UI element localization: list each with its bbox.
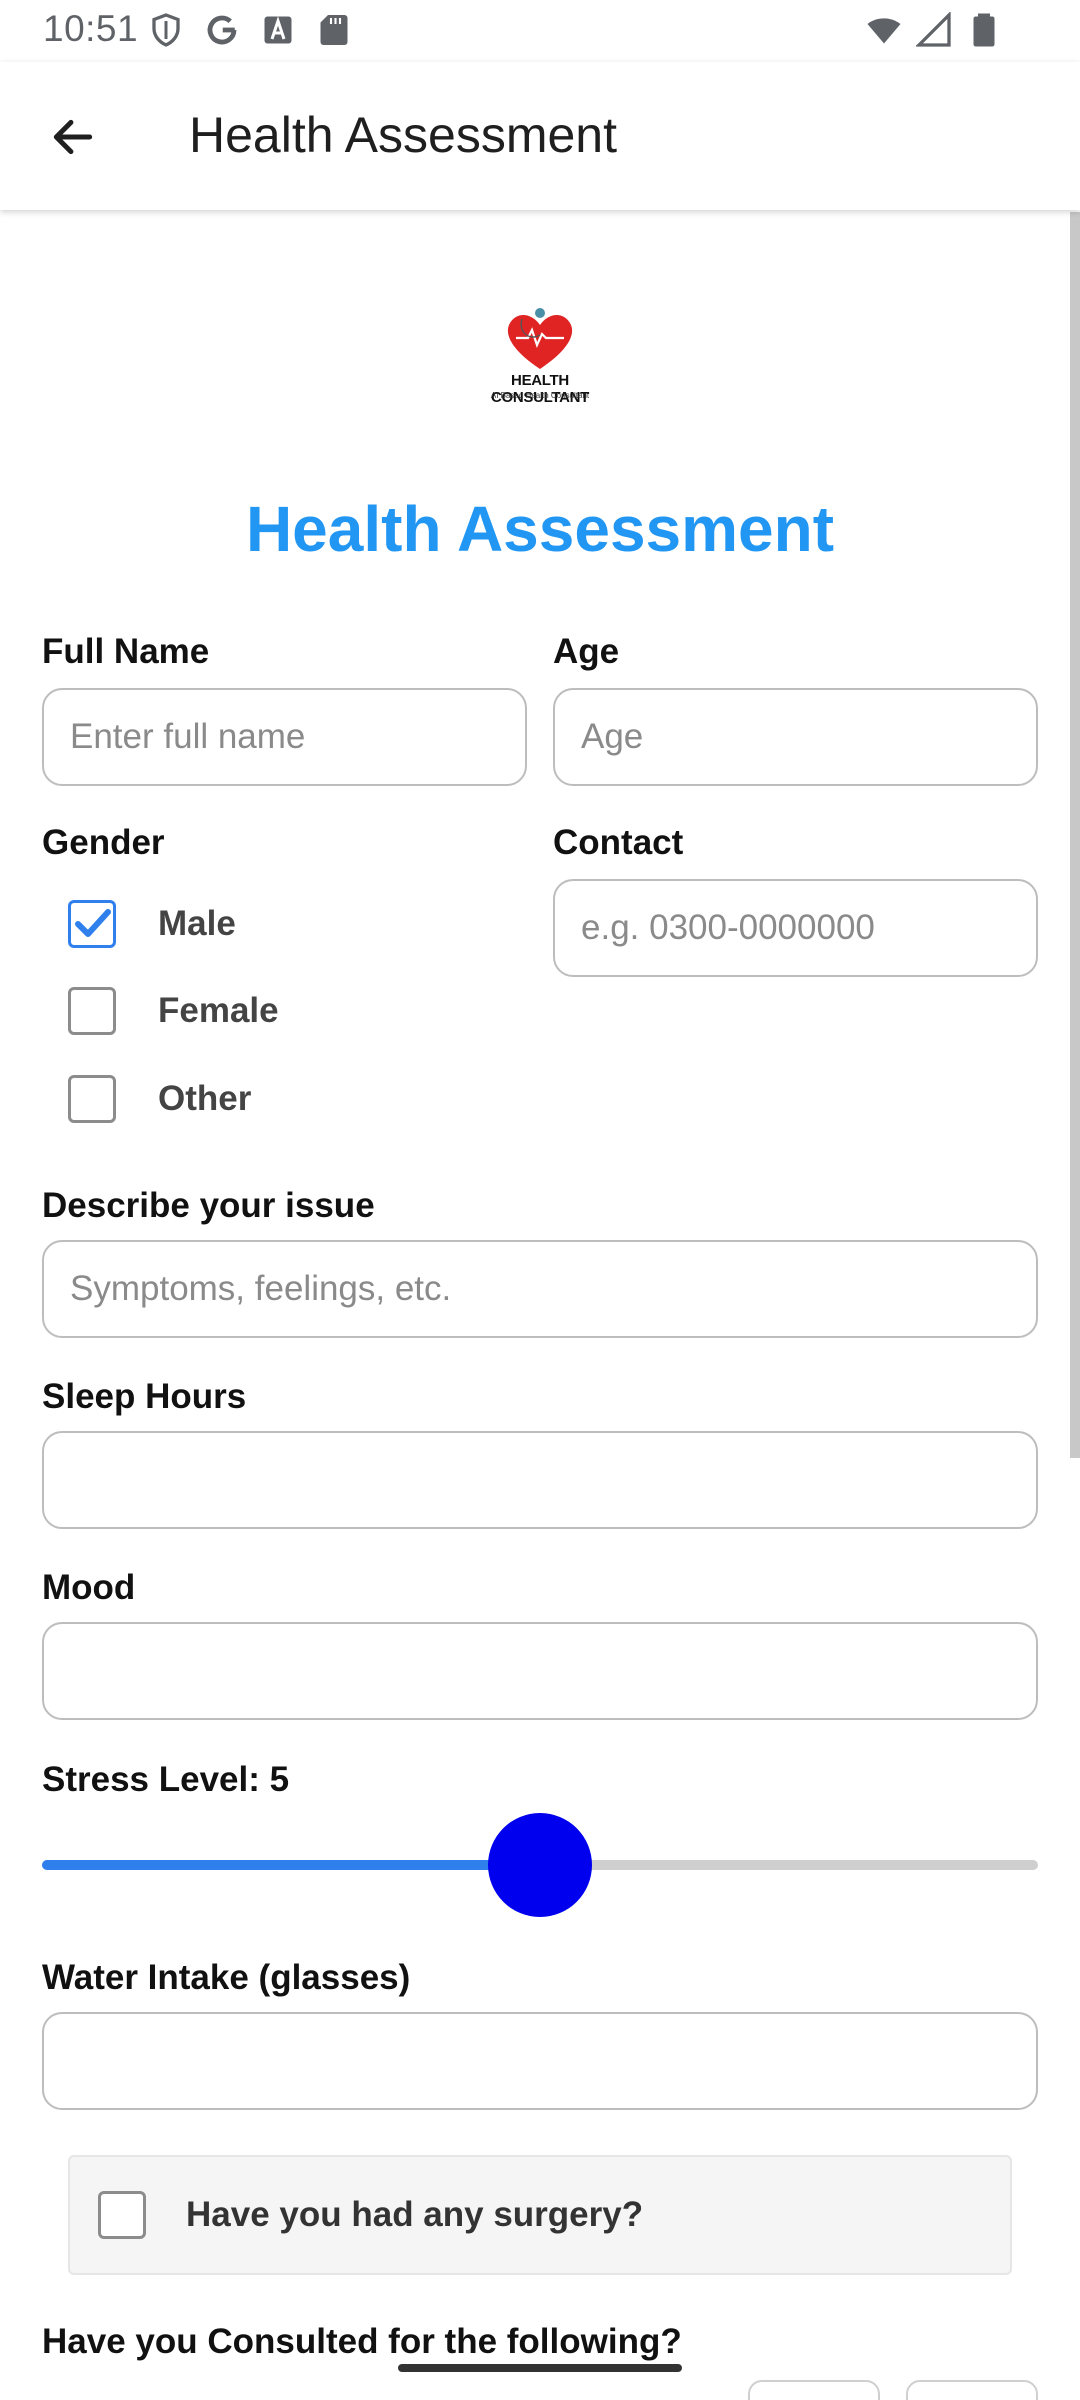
male-label: Male <box>158 904 236 943</box>
battery-icon <box>973 13 995 47</box>
page-title: Health Assessment <box>245 493 835 565</box>
stress-slider-fill <box>42 1860 540 1870</box>
app-bar: Health Assessment <box>0 62 1080 210</box>
consulted-option-button[interactable] <box>906 2380 1038 2400</box>
status-icons-right <box>866 12 1002 48</box>
contact-label: Contact <box>553 823 684 862</box>
arrow-left-icon <box>53 119 93 155</box>
home-indicator[interactable] <box>398 2364 682 2372</box>
surgery-option[interactable]: Have you had any surgery? <box>68 2155 1012 2275</box>
age-label: Age <box>553 632 620 671</box>
female-label: Female <box>158 991 279 1030</box>
stress-level-label: Stress Level: 5 <box>42 1760 290 1799</box>
back-button[interactable] <box>38 102 108 172</box>
female-checkbox[interactable] <box>68 987 116 1035</box>
full-name-input[interactable]: Enter full name <box>42 688 527 786</box>
full-name-label: Full Name <box>42 632 210 671</box>
gender-option-male[interactable]: Male <box>68 900 236 948</box>
sleep-hours-input[interactable] <box>42 1431 1038 1529</box>
surgery-label: Have you had any surgery? <box>186 2195 644 2234</box>
surgery-checkbox[interactable] <box>98 2191 146 2239</box>
stress-slider-thumb[interactable] <box>488 1813 592 1917</box>
male-checkbox[interactable] <box>68 900 116 948</box>
water-intake-label: Water Intake (glasses) <box>42 1958 411 1997</box>
signal-icon <box>916 12 951 47</box>
issue-input[interactable]: Symptoms, feelings, etc. <box>42 1240 1038 1338</box>
other-checkbox[interactable] <box>68 1075 116 1123</box>
issue-label: Describe your issue <box>42 1186 375 1225</box>
age-input[interactable]: Age <box>553 688 1038 786</box>
health-consultant-logo: HEALTH CONSULTANT AI Based Health Consul… <box>470 305 610 406</box>
status-icons-left <box>148 12 352 48</box>
gender-option-female[interactable]: Female <box>68 987 279 1035</box>
status-bar: 10:51 <box>0 0 1080 62</box>
mood-input[interactable] <box>42 1622 1038 1720</box>
wifi-icon <box>867 18 901 44</box>
consulted-label: Have you Consulted for the following? <box>42 2322 682 2361</box>
consulted-option-button[interactable] <box>748 2380 880 2400</box>
app-bar-title: Health Assessment <box>189 107 617 163</box>
checkmark-icon <box>75 909 111 937</box>
sleep-hours-label: Sleep Hours <box>42 1377 247 1416</box>
heart-logo-icon <box>507 308 573 369</box>
logo-title: HEALTH CONSULTANT <box>490 372 590 406</box>
status-time: 10:51 <box>43 8 139 49</box>
gender-option-other[interactable]: Other <box>68 1075 251 1123</box>
logo-subtitle: AI Based Health Consultant <box>490 391 590 400</box>
gender-label: Gender <box>42 823 165 862</box>
other-label: Other <box>158 1079 252 1118</box>
sd-card-icon <box>320 15 348 45</box>
google-icon <box>207 15 237 45</box>
contact-input[interactable]: e.g. 0300-0000000 <box>553 879 1038 977</box>
shield-icon <box>152 13 180 47</box>
water-intake-input[interactable] <box>42 2012 1038 2110</box>
font-icon <box>264 16 292 44</box>
scrollbar[interactable] <box>1070 212 1080 1458</box>
mood-label: Mood <box>42 1568 136 1607</box>
